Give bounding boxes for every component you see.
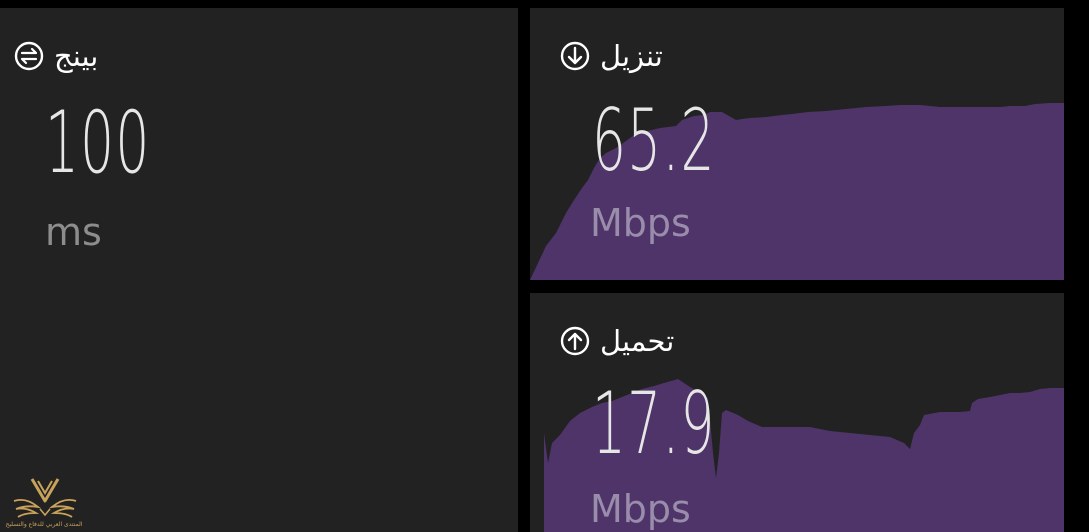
ping-header: بينج bbox=[14, 41, 98, 71]
download-label: تنزيل bbox=[600, 38, 663, 73]
ping-icon bbox=[14, 41, 44, 71]
upload-label: تحميل bbox=[600, 323, 675, 358]
upload-panel: تحميل 17.9 Mbps bbox=[530, 293, 1064, 532]
arrow-down-circle-icon bbox=[560, 41, 590, 71]
ping-value: 100 bbox=[45, 93, 151, 193]
upload-header: تحميل bbox=[560, 326, 674, 356]
download-unit: Mbps bbox=[590, 201, 691, 245]
arrow-up-circle-icon bbox=[560, 326, 590, 356]
winged-shield-logo bbox=[13, 478, 77, 518]
ping-panel: بينج 100 ms bbox=[0, 8, 518, 532]
ping-label: بينج bbox=[54, 38, 99, 73]
download-value: 65.2 bbox=[592, 91, 716, 191]
upload-value: 17.9 bbox=[592, 374, 716, 474]
upload-unit: Mbps bbox=[590, 487, 691, 531]
download-header: تنزيل bbox=[560, 41, 663, 71]
download-panel: تنزيل 65.2 Mbps bbox=[530, 8, 1064, 280]
ping-unit: ms bbox=[45, 210, 102, 254]
